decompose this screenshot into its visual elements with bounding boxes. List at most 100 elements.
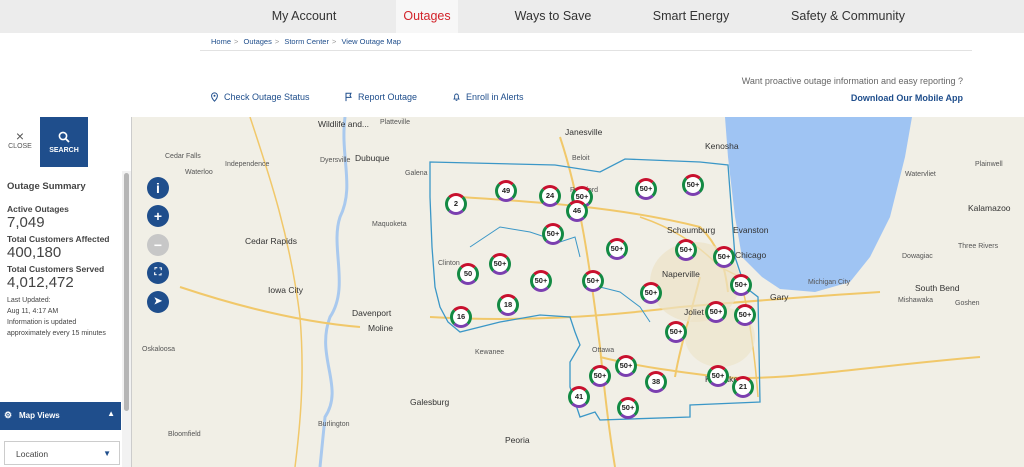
map-label-ottawa: Ottawa <box>592 347 615 354</box>
breadcrumb-storm-center[interactable]: Storm Center <box>284 37 329 46</box>
map-label-platteville: Platteville <box>380 119 410 126</box>
fullscreen-icon[interactable]: ⛶ <box>147 262 169 284</box>
outage-marker[interactable]: 50+ <box>665 321 687 343</box>
map-label-independence: Independence <box>225 161 270 168</box>
nav-smart-energy[interactable]: Smart Energy <box>645 0 737 33</box>
map-label-chicago: Chicago <box>735 250 767 260</box>
map-label-naperville: Naperville <box>662 269 700 279</box>
outage-marker[interactable]: 50+ <box>707 365 729 387</box>
outage-marker[interactable]: 50+ <box>713 246 735 268</box>
map-label-mishawaka: Mishawaka <box>898 297 934 304</box>
chevron-down-icon: ▼ <box>103 449 111 458</box>
breadcrumb-view-outage-map[interactable]: View Outage Map <box>341 37 400 46</box>
zoom-in-icon[interactable]: + <box>147 205 169 227</box>
outage-marker[interactable]: 50 <box>457 263 479 285</box>
location-select[interactable]: Location ▼ <box>4 441 120 465</box>
outage-marker[interactable]: 50+ <box>675 239 697 261</box>
outage-marker[interactable]: 41 <box>568 386 590 408</box>
breadcrumb-home[interactable]: Home <box>211 37 231 46</box>
enroll-alerts-label: Enroll in Alerts <box>466 92 524 102</box>
outage-marker[interactable]: 2 <box>445 193 467 215</box>
outage-marker[interactable]: 24 <box>539 185 561 207</box>
outage-marker[interactable]: 46 <box>566 200 588 222</box>
outage-summary-panel: × CLOSE SEARCH Outage Summary Active Out… <box>0 117 132 467</box>
outage-marker[interactable]: 50+ <box>589 365 611 387</box>
outage-marker[interactable]: 50+ <box>606 238 628 260</box>
map-label-michigan-city: Michigan City <box>808 279 851 286</box>
update-note: Information is updated approximately eve… <box>7 319 106 337</box>
last-updated-value: Aug 11, 4:17 AM <box>7 308 59 315</box>
report-outage-link[interactable]: Report Outage <box>344 92 417 102</box>
map-label-janesville: Janesville <box>565 127 603 137</box>
outage-marker[interactable]: 50+ <box>734 304 756 326</box>
map-views-toggle[interactable]: ⚙ Map Views ▲ <box>0 402 121 430</box>
outage-marker[interactable]: 50+ <box>730 274 752 296</box>
nav-outages[interactable]: Outages <box>396 0 458 33</box>
bell-icon <box>453 93 460 101</box>
close-label: CLOSE <box>8 143 32 150</box>
map-label-cedar-rapids: Cedar Rapids <box>245 236 297 246</box>
map-label-goshen: Goshen <box>955 300 980 307</box>
last-updated-label: Last Updated: <box>7 297 51 304</box>
map-label-bloomfield: Bloomfield <box>168 431 201 438</box>
enroll-alerts-link[interactable]: Enroll in Alerts <box>452 92 524 102</box>
map-label-davenport: Davenport <box>352 308 392 318</box>
map-label-kalamazoo: Kalamazoo <box>968 203 1011 213</box>
info-icon[interactable]: i <box>147 177 169 199</box>
outage-marker[interactable]: 50+ <box>640 282 662 304</box>
location-label: Location <box>16 449 49 459</box>
outage-marker[interactable]: 49 <box>495 180 517 202</box>
map-label-cedar-falls: Cedar Falls <box>165 153 201 160</box>
nav-safety-community[interactable]: Safety & Community <box>783 0 913 33</box>
breadcrumb-outages[interactable]: Outages <box>244 37 272 46</box>
map-label-maquoketa: Maquoketa <box>372 221 407 228</box>
map-label-wildlife: Wildlife and... <box>318 119 370 129</box>
map-label-south-bend: South Bend <box>915 283 960 293</box>
zoom-out-icon[interactable]: − <box>147 234 169 256</box>
check-outage-status-label: Check Outage Status <box>224 92 310 102</box>
outage-marker[interactable]: 50+ <box>582 270 604 292</box>
outage-marker[interactable]: 38 <box>645 371 667 393</box>
check-outage-status-link[interactable]: Check Outage Status <box>210 92 310 102</box>
outage-marker[interactable]: 50+ <box>682 174 704 196</box>
close-button[interactable]: × CLOSE <box>0 117 40 167</box>
download-app-link[interactable]: Download Our Mobile App <box>851 93 963 103</box>
summary-title: Outage Summary <box>7 181 86 192</box>
map-label-dowagiac: Dowagiac <box>902 253 933 260</box>
map-label-clinton: Clinton <box>438 260 460 267</box>
top-navigation: My Account Outages Ways to Save Smart En… <box>0 0 1024 33</box>
map-label-galena: Galena <box>405 170 428 177</box>
search-button[interactable]: SEARCH <box>40 117 88 167</box>
map-views-label: Map Views <box>19 411 60 420</box>
outage-marker[interactable]: 50+ <box>542 223 564 245</box>
nav-my-account[interactable]: My Account <box>258 0 350 33</box>
outage-marker[interactable]: 50+ <box>489 253 511 275</box>
map-label-peoria: Peoria <box>505 435 530 445</box>
map-label-dubuque: Dubuque <box>355 153 390 163</box>
promo-text: Want proactive outage information and ea… <box>741 76 963 86</box>
outage-marker[interactable]: 50+ <box>635 178 657 200</box>
search-label: SEARCH <box>49 147 79 154</box>
outage-marker[interactable]: 50+ <box>530 270 552 292</box>
outage-marker[interactable]: 50+ <box>705 301 727 323</box>
map-label-kewanee: Kewanee <box>475 349 505 356</box>
outage-marker[interactable]: 21 <box>732 376 754 398</box>
locate-icon[interactable]: ➤ <box>147 291 169 313</box>
outage-summary: Outage Summary Active Outages 7,049 Tota… <box>7 181 119 339</box>
map-label-burlington: Burlington <box>318 421 350 428</box>
nav-ways-to-save[interactable]: Ways to Save <box>507 0 599 33</box>
map-label-galesburg: Galesburg <box>410 397 450 407</box>
map-label-three-rivers: Three Rivers <box>958 243 999 250</box>
chevron-up-icon: ▲ <box>107 409 115 418</box>
customers-served-value: 4,012,472 <box>7 274 74 291</box>
outage-marker[interactable]: 18 <box>497 294 519 316</box>
panel-scroll-thumb[interactable] <box>124 173 129 411</box>
outage-marker[interactable]: 50+ <box>615 355 637 377</box>
customers-served-label: Total Customers Served <box>7 264 105 274</box>
outage-marker[interactable]: 16 <box>450 306 472 328</box>
outage-map[interactable]: Waterloo Independence Cedar Falls Dyersv… <box>0 117 1024 467</box>
map-label-oskaloosa: Oskaloosa <box>142 346 176 353</box>
map-label-waterloo: Waterloo <box>185 169 213 176</box>
outage-marker[interactable]: 50+ <box>617 397 639 419</box>
active-outages-value: 7,049 <box>7 214 45 231</box>
